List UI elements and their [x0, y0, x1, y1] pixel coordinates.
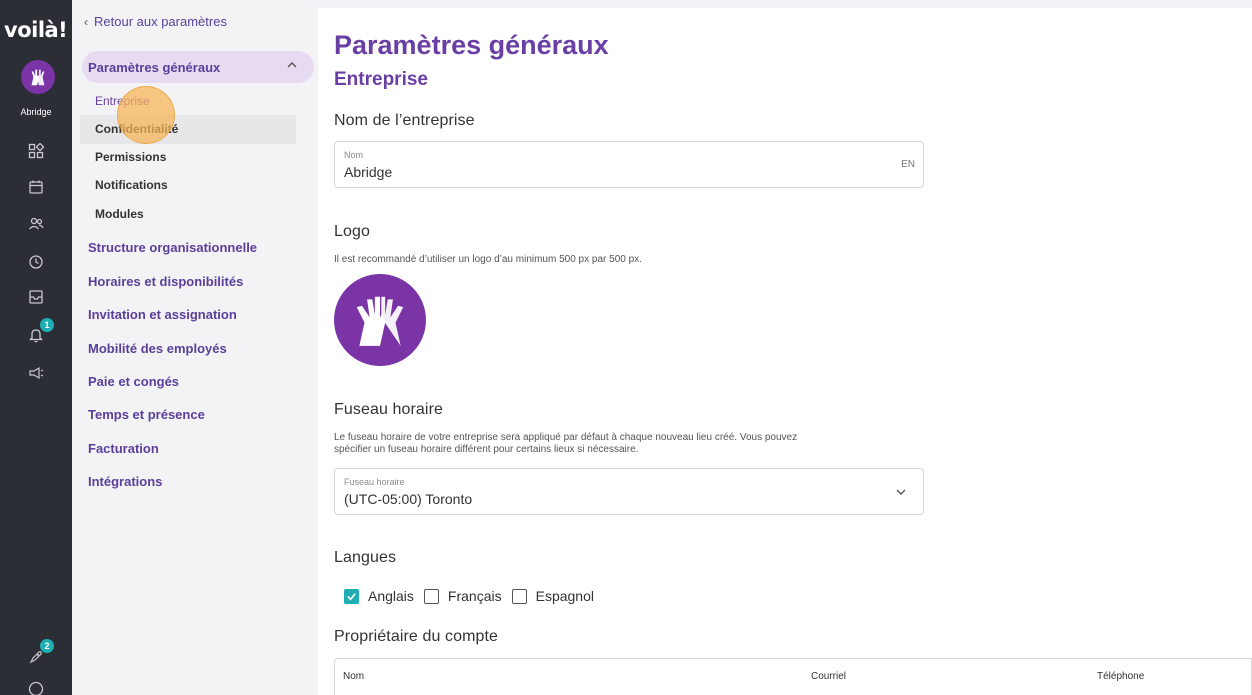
- language-option-anglais[interactable]: Anglais: [344, 588, 414, 604]
- column-header-courriel[interactable]: Courriel: [811, 671, 846, 682]
- menu-group-horaires[interactable]: Horaires et disponibilités: [88, 274, 243, 289]
- logo-help-text: Il est recommandé d’utiliser un logo d’a…: [334, 254, 642, 265]
- notification-badge: 1: [40, 318, 54, 332]
- main-content: Paramètres généraux Entreprise Nom de l’…: [318, 8, 1252, 695]
- menu-group-integrations[interactable]: Intégrations: [88, 474, 162, 489]
- company-name: Abridge: [20, 107, 52, 117]
- clock-icon[interactable]: [27, 253, 45, 271]
- inbox-icon[interactable]: [27, 288, 45, 306]
- menu-group-facturation[interactable]: Facturation: [88, 441, 159, 456]
- page-subtitle: Entreprise: [334, 69, 428, 90]
- language-code[interactable]: EN: [901, 159, 915, 170]
- help-icon[interactable]: [27, 680, 45, 695]
- check-icon: [347, 592, 356, 600]
- calendar-icon[interactable]: [27, 178, 45, 196]
- account-owner-heading: Propriétaire du compte: [334, 628, 499, 645]
- hands-icon: [356, 296, 404, 346]
- page-title: Paramètres généraux: [334, 30, 609, 60]
- company-name-heading: Nom de l’entreprise: [334, 112, 475, 129]
- language-label: Espagnol: [535, 588, 594, 604]
- timezone-help-line-1: Le fuseau horaire de votre entreprise se…: [334, 432, 798, 443]
- hands-icon: [31, 69, 45, 86]
- menu-group-label: Paramètres généraux: [88, 59, 221, 75]
- dashboard-icon[interactable]: [27, 142, 45, 160]
- company-avatar[interactable]: [21, 60, 55, 94]
- app-rail: voilà! Abridge 1 2: [0, 0, 72, 695]
- app-logo[interactable]: voilà!: [4, 18, 68, 42]
- language-label: Français: [447, 588, 502, 604]
- menu-item-modules[interactable]: Modules: [95, 207, 144, 221]
- languages-heading: Langues: [334, 549, 397, 566]
- back-to-settings-link[interactable]: ‹ Retour aux paramètres: [84, 14, 227, 29]
- menu-group-paie[interactable]: Paie et congés: [88, 374, 179, 389]
- timezone-value: (UTC-05:00) Toronto: [344, 491, 473, 507]
- people-icon[interactable]: [27, 215, 45, 233]
- menu-item-permissions[interactable]: Permissions: [95, 150, 166, 164]
- checkbox[interactable]: [423, 588, 439, 604]
- settings-menu: ‹ Retour aux paramètres Paramètres génér…: [72, 0, 318, 695]
- language-option-francais[interactable]: Français: [423, 588, 502, 604]
- megaphone-icon[interactable]: [27, 364, 45, 382]
- checkbox-checked[interactable]: [344, 588, 359, 604]
- column-header-nom[interactable]: Nom: [343, 671, 364, 682]
- menu-group-temps[interactable]: Temps et présence: [88, 407, 205, 422]
- language-label: Anglais: [368, 588, 414, 604]
- language-option-espagnol[interactable]: Espagnol: [511, 588, 594, 604]
- chevron-down-icon: [896, 489, 906, 495]
- menu-group-invitation[interactable]: Invitation et assignation: [88, 307, 237, 322]
- menu-group-structure[interactable]: Structure organisationnelle: [88, 240, 257, 255]
- timezone-select[interactable]: Fuseau horaire (UTC-05:00) Toronto: [334, 468, 924, 515]
- rocket-badge: 2: [40, 639, 54, 653]
- checkbox[interactable]: [511, 588, 527, 604]
- timezone-heading: Fuseau horaire: [334, 401, 444, 418]
- back-label: Retour aux paramètres: [94, 14, 227, 29]
- timezone-help-line-2: spécifier un fuseau horaire différent po…: [334, 444, 639, 455]
- company-logo[interactable]: [334, 274, 426, 366]
- timezone-label: Fuseau horaire: [344, 477, 405, 487]
- menu-group-general-settings[interactable]: Paramètres généraux: [82, 51, 314, 83]
- menu-item-notifications[interactable]: Notifications: [95, 178, 168, 192]
- company-name-label: Nom: [344, 150, 364, 160]
- account-owner-table: Nom Courriel Téléphone: [334, 658, 1252, 695]
- languages-group: Anglais Français Espagnol: [344, 588, 604, 604]
- column-header-telephone[interactable]: Téléphone: [1097, 671, 1144, 682]
- cursor-highlight: [117, 86, 175, 144]
- chevron-up-icon: [287, 62, 297, 68]
- company-name-field[interactable]: Nom Abridge EN: [334, 141, 924, 188]
- logo-heading: Logo: [334, 223, 370, 240]
- chevron-left-icon: ‹: [84, 14, 88, 29]
- company-name-value: Abridge: [344, 164, 393, 180]
- menu-group-mobilite[interactable]: Mobilité des employés: [88, 341, 227, 356]
